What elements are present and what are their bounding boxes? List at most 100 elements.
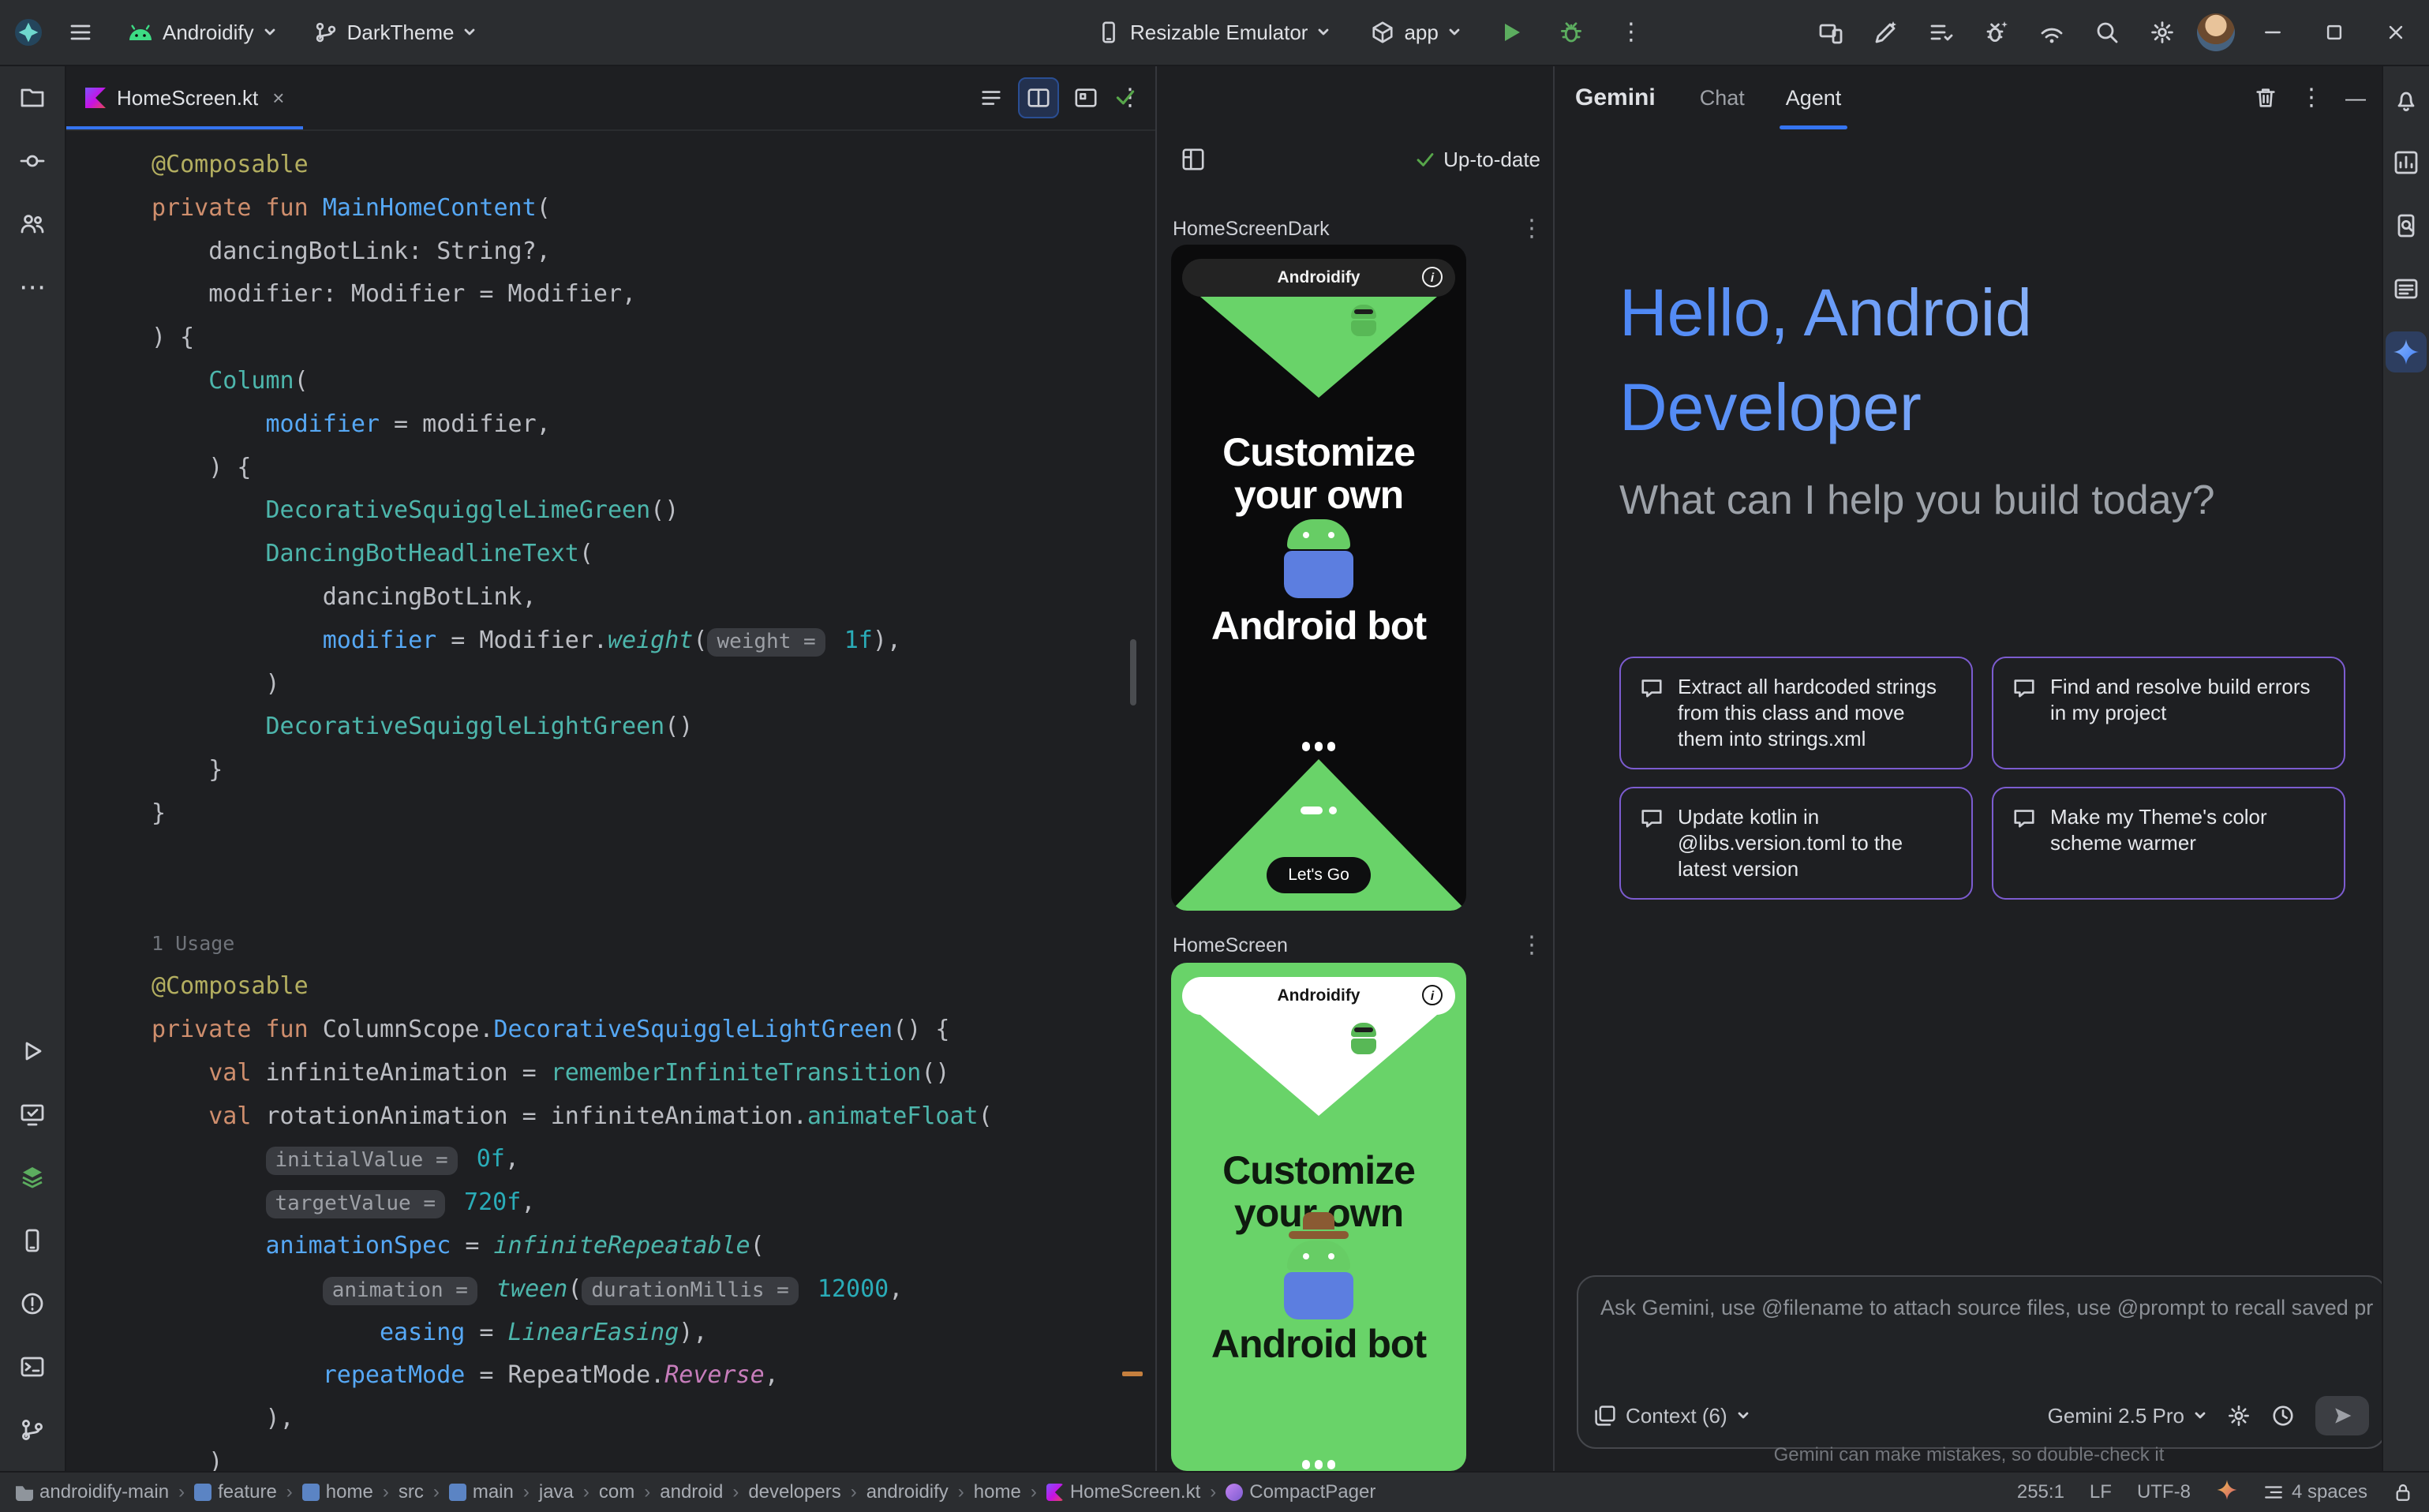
breadcrumb-item[interactable]: src: [399, 1481, 424, 1503]
run-tool-button[interactable]: [10, 1029, 54, 1073]
project-selector[interactable]: Androidify: [117, 14, 287, 51]
error-stripe-mark[interactable]: [1122, 1372, 1143, 1376]
inspections-ok-icon[interactable]: [1114, 85, 1136, 114]
more-tool-windows-button[interactable]: ⋯: [10, 265, 54, 309]
breadcrumb-item[interactable]: java: [539, 1481, 574, 1503]
window-close-button[interactable]: [2372, 0, 2420, 65]
preview-homescreen[interactable]: Androidify i Customize your own Android …: [1171, 963, 1466, 1471]
project-tool-button[interactable]: [10, 76, 54, 120]
search-icon: [2094, 20, 2120, 45]
terminal-tool-button[interactable]: [10, 1345, 54, 1389]
compose-preview-panel: Up-to-date HomeScreenDark ⋮ Androidify i…: [1155, 66, 1555, 1471]
kebab-icon[interactable]: ⋮: [2300, 86, 2323, 110]
main-menu-button[interactable]: [60, 12, 101, 53]
prompt-settings-button[interactable]: [2227, 1404, 2251, 1428]
code-view-button[interactable]: [972, 79, 1010, 117]
kebab-icon: ⋮: [1619, 21, 1643, 44]
context-button[interactable]: Context (6): [1594, 1404, 1750, 1428]
device-streaming-button[interactable]: [2031, 12, 2072, 53]
file-encoding[interactable]: UTF-8: [2137, 1481, 2191, 1503]
version-control-tool-button[interactable]: [10, 1408, 54, 1452]
breadcrumb-item[interactable]: androidify-main: [16, 1481, 169, 1503]
kebab-icon[interactable]: ⋮: [1520, 934, 1544, 957]
indent-setting[interactable]: 4 spaces: [2263, 1481, 2367, 1503]
breadcrumb-item[interactable]: home: [974, 1481, 1021, 1503]
breadcrumb-item[interactable]: developers: [748, 1481, 840, 1503]
device-mirroring-button[interactable]: [1810, 12, 1851, 53]
monitor-check-icon: [20, 1102, 45, 1127]
context-files-icon: [1594, 1405, 1616, 1427]
tab-chat[interactable]: Chat: [1700, 66, 1745, 129]
prompt-controls: Context (6) Gemini 2.5 Pro: [1594, 1395, 2369, 1436]
edit-ai-button[interactable]: [1866, 12, 1907, 53]
module-box-icon: [1371, 21, 1394, 44]
gemini-prompt-input[interactable]: Ask Gemini, use @filename to attach sour…: [1577, 1275, 2386, 1449]
send-button[interactable]: [2315, 1396, 2369, 1435]
preview-app-title: Androidify: [1278, 986, 1360, 1005]
breadcrumb-item[interactable]: feature: [194, 1481, 277, 1503]
model-selector[interactable]: Gemini 2.5 Pro: [2048, 1404, 2206, 1428]
line-separator[interactable]: LF: [2090, 1481, 2112, 1503]
breadcrumb-item[interactable]: androidify: [866, 1481, 949, 1503]
suggestion-card[interactable]: Extract all hardcoded strings from this …: [1619, 657, 1973, 769]
lock-button[interactable]: [2393, 1482, 2413, 1503]
settings-button[interactable]: [2142, 12, 2183, 53]
suggestion-card[interactable]: Update kotlin in @libs.version.toml to t…: [1619, 787, 1973, 900]
design-view-icon: [1074, 86, 1098, 110]
problems-tool-button[interactable]: [10, 1282, 54, 1326]
split-view-button[interactable]: [1020, 79, 1057, 117]
branch-selector[interactable]: DarkTheme: [303, 14, 488, 51]
breadcrumb-item[interactable]: CompactPager: [1226, 1481, 1375, 1503]
preview-homescreendark[interactable]: Androidify i Customize your own Android …: [1171, 245, 1466, 911]
window-maximize-button[interactable]: [2311, 0, 2358, 65]
task-list-button[interactable]: [1921, 12, 1962, 53]
debug-button[interactable]: [1551, 12, 1592, 53]
device-manager-tool-button[interactable]: [10, 1218, 54, 1263]
design-view-button[interactable]: [1067, 79, 1105, 117]
debug-bug-icon: [1559, 20, 1584, 45]
mini-android-bot: [1348, 1023, 1379, 1054]
run-button[interactable]: [1491, 12, 1532, 53]
more-run-actions-button[interactable]: ⋮: [1611, 12, 1652, 53]
ui-check-tool-button[interactable]: [10, 1092, 54, 1136]
breadcrumb-item[interactable]: main: [449, 1481, 514, 1503]
preview-layout-button[interactable]: [1173, 139, 1214, 180]
breadcrumb-item[interactable]: HomeScreen.kt: [1046, 1481, 1200, 1503]
user-avatar[interactable]: [2197, 13, 2235, 51]
kebab-icon[interactable]: ⋮: [1520, 217, 1544, 241]
logcat-button[interactable]: [2386, 268, 2427, 309]
code-area[interactable]: @Composableprivate fun MainHomeContent( …: [66, 131, 1155, 1471]
ai-spark-button[interactable]: [2216, 1479, 2238, 1506]
tab-homescreen-kt[interactable]: HomeScreen.kt ×: [66, 66, 303, 129]
ai-debug-button[interactable]: [1976, 12, 2017, 53]
gemini-tool-button[interactable]: [2386, 331, 2427, 372]
lets-go-button[interactable]: Let's Go: [1267, 857, 1371, 893]
android-bot-figure: [1284, 519, 1353, 598]
module-selector[interactable]: app: [1360, 14, 1471, 51]
breadcrumb-item[interactable]: com: [599, 1481, 634, 1503]
search-everywhere-button[interactable]: [2087, 12, 2128, 53]
editor-scrollbar[interactable]: [1130, 639, 1136, 705]
tab-close-icon[interactable]: ×: [272, 86, 284, 110]
device-selector[interactable]: Resizable Emulator: [1086, 14, 1341, 51]
build-variants-tool-button[interactable]: [10, 1155, 54, 1199]
hide-panel-button[interactable]: —: [2345, 88, 2366, 108]
hamburger-icon: [68, 20, 93, 45]
commit-tool-button[interactable]: [10, 139, 54, 183]
window-minimize-button[interactable]: [2249, 0, 2296, 65]
delete-conversation-button[interactable]: [2254, 86, 2277, 110]
suggestion-card[interactable]: Make my Theme's color scheme warmer: [1992, 787, 2345, 900]
notifications-button[interactable]: [2386, 79, 2427, 120]
app-inspection-button[interactable]: [2386, 205, 2427, 246]
preview-name: HomeScreen: [1173, 934, 1288, 957]
breadcrumb-item[interactable]: android: [660, 1481, 723, 1503]
breadcrumb-item[interactable]: home: [302, 1481, 373, 1503]
pull-requests-tool-button[interactable]: [10, 202, 54, 246]
prompt-history-button[interactable]: [2271, 1404, 2295, 1428]
suggestion-card[interactable]: Find and resolve build errors in my proj…: [1992, 657, 2345, 769]
tab-agent[interactable]: Agent: [1786, 66, 1842, 129]
split-view-icon: [1027, 86, 1050, 110]
gemini-suggestions: Extract all hardcoded strings from this …: [1619, 657, 2345, 900]
profiler-button[interactable]: [2386, 142, 2427, 183]
caret-position[interactable]: 255:1: [2017, 1481, 2064, 1503]
